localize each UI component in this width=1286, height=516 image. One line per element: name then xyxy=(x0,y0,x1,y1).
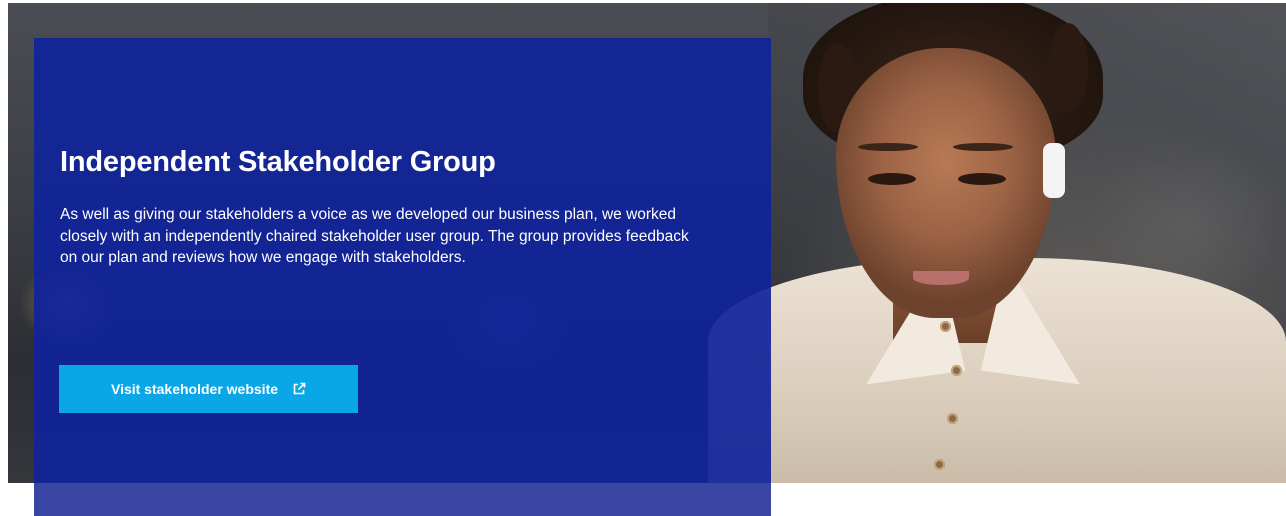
hair-curl xyxy=(1048,23,1088,113)
visit-stakeholder-website-button[interactable]: Visit stakeholder website xyxy=(59,365,358,413)
earring xyxy=(1043,143,1065,198)
right-eye xyxy=(958,173,1006,185)
content-panel: Independent Stakeholder Group As well as… xyxy=(34,38,771,483)
stakeholder-hero-section: Independent Stakeholder Group As well as… xyxy=(0,0,1286,516)
right-brow xyxy=(953,143,1013,151)
blouse-button xyxy=(940,321,951,332)
left-eye xyxy=(868,173,916,185)
left-brow xyxy=(858,143,918,151)
blouse-button xyxy=(951,365,962,376)
section-description: As well as giving our stakeholders a voi… xyxy=(60,206,689,266)
panel-bottom-strip xyxy=(34,483,771,516)
blouse-button xyxy=(947,413,958,424)
external-link-icon xyxy=(292,382,306,396)
mouth xyxy=(913,271,969,285)
blouse-button xyxy=(934,459,945,470)
cta-label: Visit stakeholder website xyxy=(110,381,279,397)
section-title: Independent Stakeholder Group xyxy=(60,146,496,178)
woman-photo xyxy=(708,3,1286,483)
